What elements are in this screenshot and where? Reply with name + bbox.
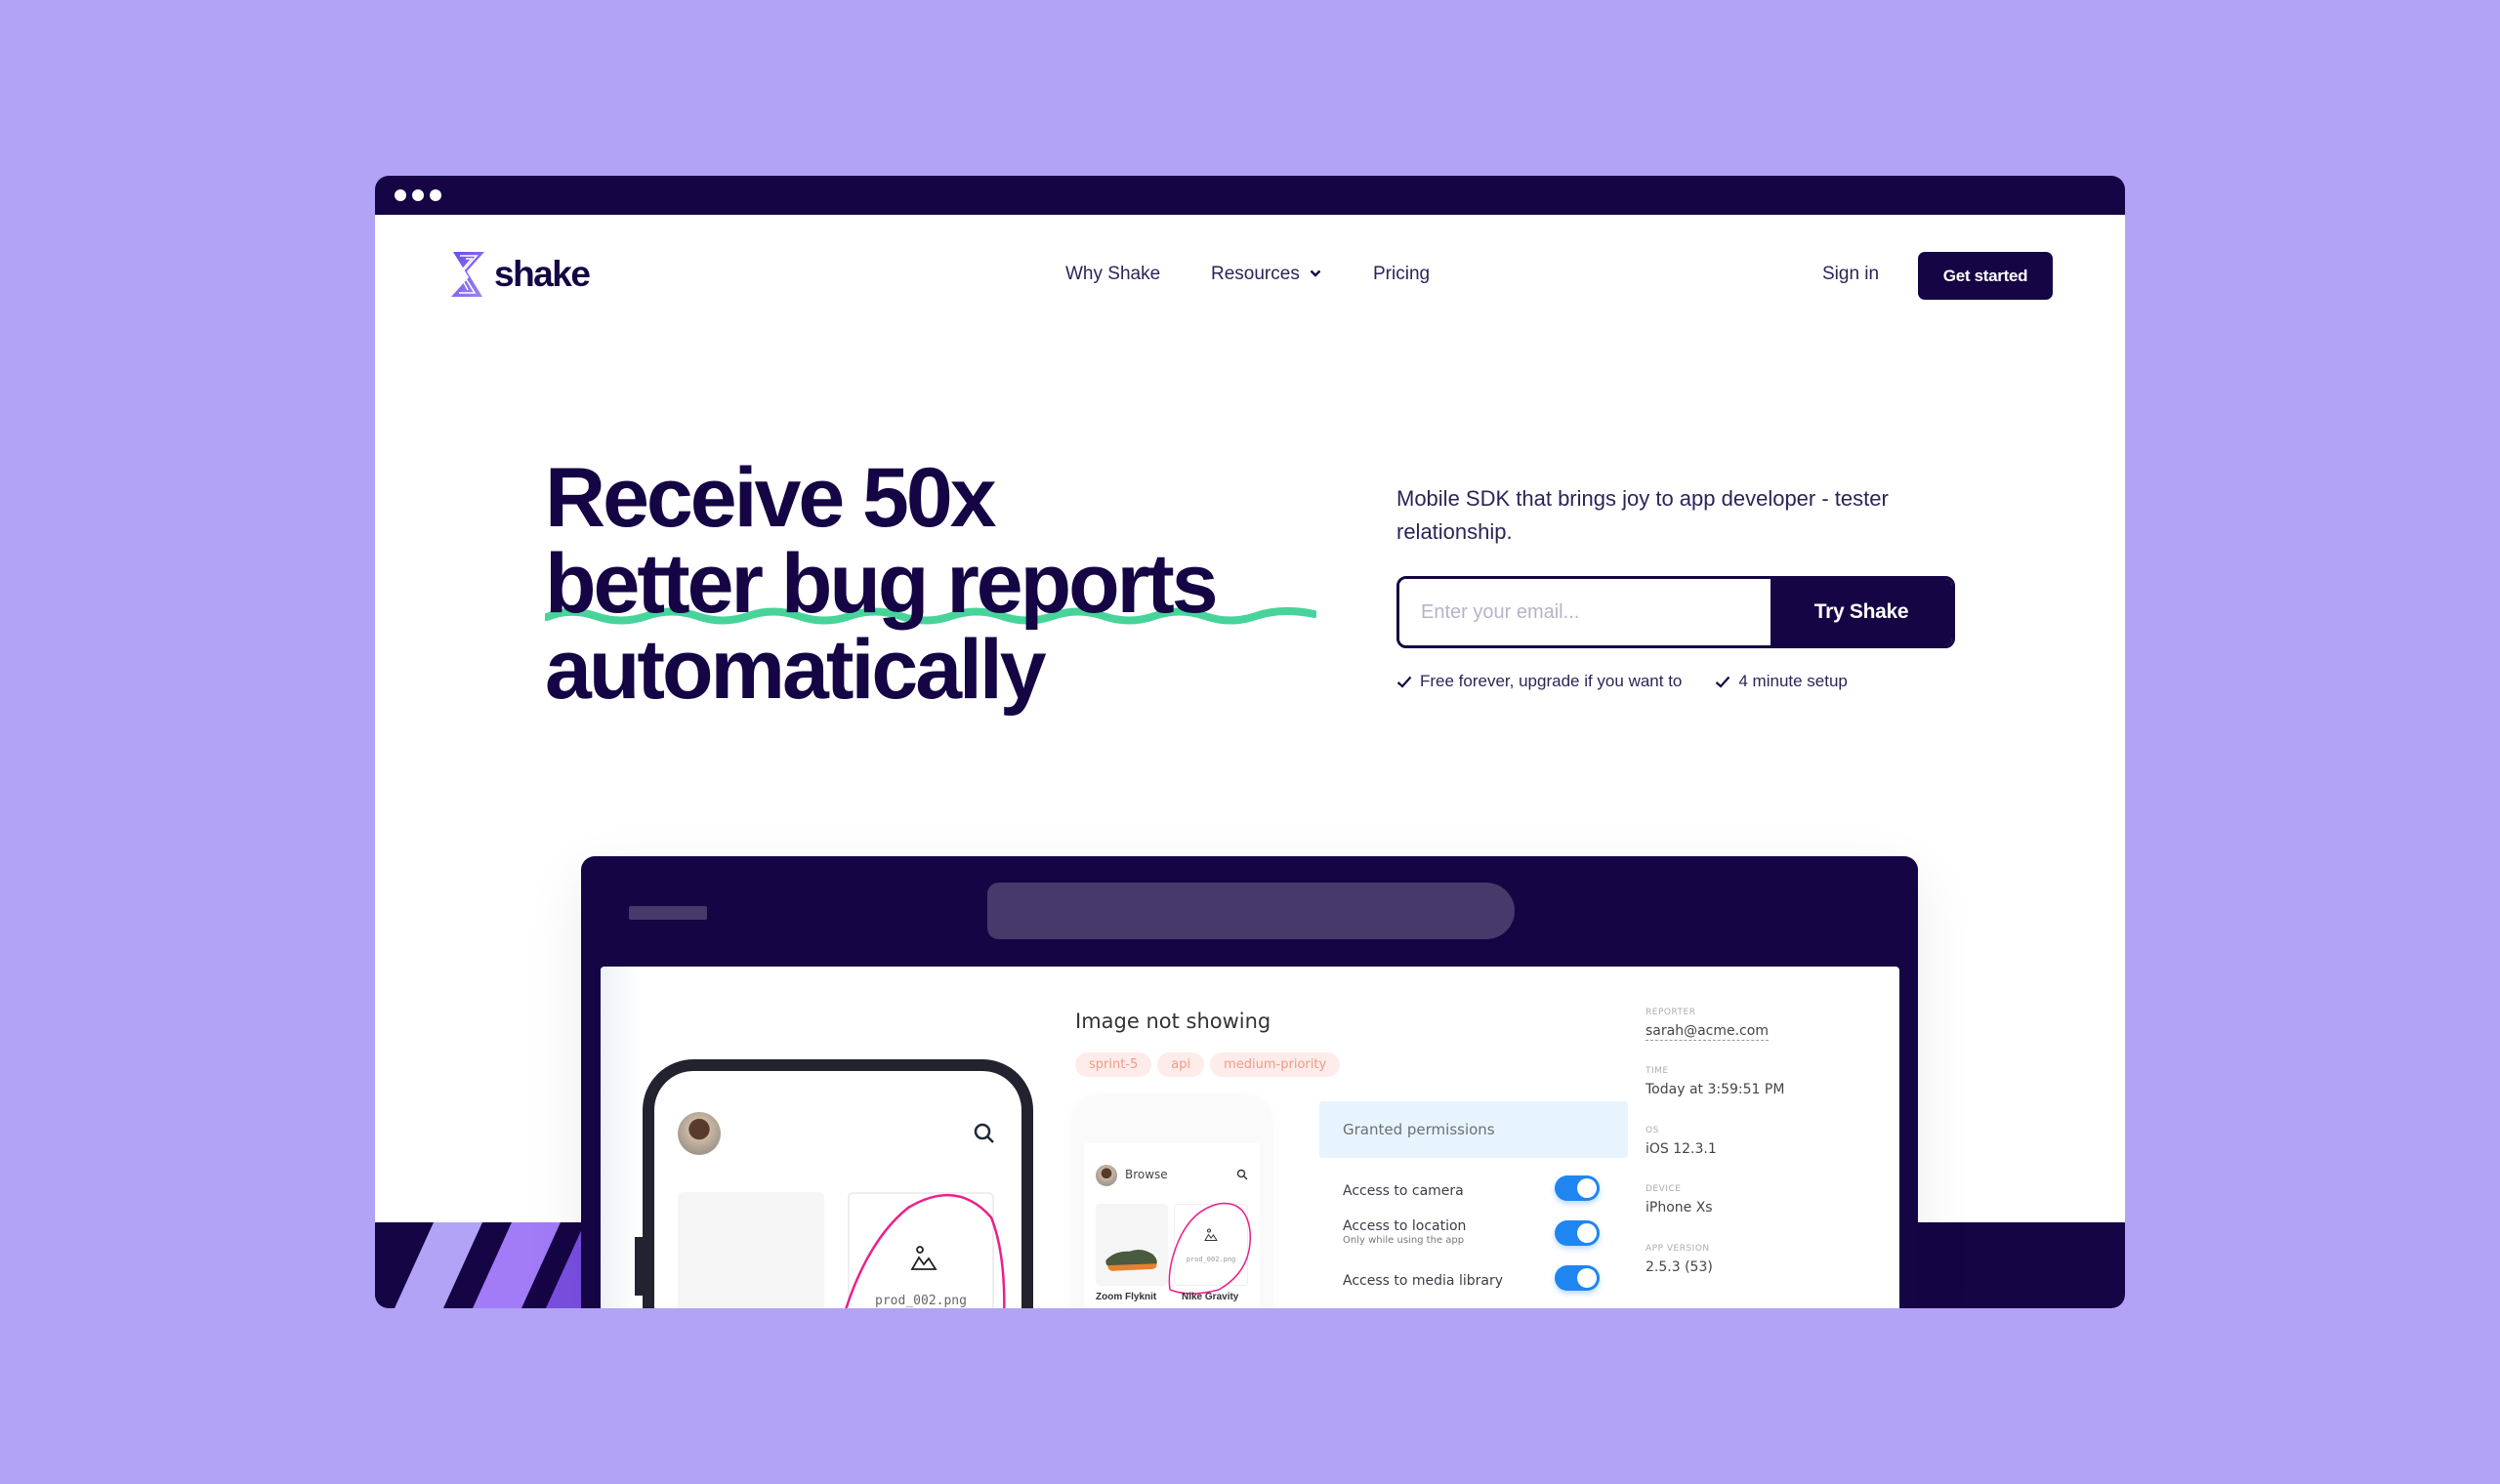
bug-report-card: Image not showing sprint-5 api medium-pr… [601, 967, 1899, 1308]
shoe-image [1105, 1249, 1157, 1271]
browse-title: Browse [1125, 1168, 1168, 1181]
permission-label: Access to media library [1343, 1273, 1503, 1289]
avatar [678, 1112, 721, 1155]
diagonal-stripes-decoration [375, 1222, 581, 1308]
meta-reporter: REPORTER sarah@acme.com [1646, 1008, 1769, 1041]
permission-toggle[interactable] [1555, 1175, 1600, 1201]
logo-text: shake [494, 254, 591, 294]
product-name: Nike Gravity [1182, 1292, 1239, 1302]
meta-app-version: APP VERSION 2.5.3 (53) [1646, 1244, 1713, 1275]
annotation-circle [1168, 1202, 1251, 1295]
permission-item: Access to media library [1343, 1273, 1503, 1289]
permission-item: Access to camera [1343, 1183, 1464, 1199]
sign-in-link[interactable]: Sign in [1822, 264, 1879, 285]
check-label: 4 minute setup [1738, 672, 1848, 690]
feature-checks: Free forever, upgrade if you want to 4 m… [1396, 672, 1848, 691]
tag[interactable]: api [1157, 1052, 1205, 1077]
tag[interactable]: medium-priority [1210, 1052, 1341, 1077]
logo[interactable]: shake [447, 250, 591, 299]
issue-tags: sprint-5 api medium-priority [1075, 1052, 1341, 1077]
permissions-title: Granted permissions [1343, 1121, 1495, 1138]
browser-title-bar [375, 176, 2125, 215]
check-item: Free forever, upgrade if you want to [1396, 672, 1682, 691]
product-card [678, 1192, 824, 1308]
annotation-circle [845, 1193, 1006, 1308]
chevron-down-icon [1310, 269, 1321, 277]
meta-time: TIME Today at 3:59:51 PM [1646, 1066, 1785, 1097]
product-card [1096, 1204, 1168, 1286]
avatar [1096, 1165, 1117, 1186]
window-controls [395, 189, 441, 201]
permission-item: Access to location Only while using the … [1343, 1218, 1466, 1246]
nav-pricing[interactable]: Pricing [1373, 264, 1430, 285]
permission-toggle[interactable] [1555, 1265, 1600, 1291]
permissions-header: Granted permissions [1319, 1101, 1628, 1158]
nav-why-shake[interactable]: Why Shake [1065, 264, 1160, 285]
nav-resources-label: Resources [1211, 264, 1300, 284]
check-label: Free forever, upgrade if you want to [1420, 672, 1683, 690]
hero-headline: Receive 50x better bug reports automatic… [545, 451, 1316, 717]
permission-sublabel: Only while using the app [1343, 1235, 1465, 1246]
permission-label: Access to location [1343, 1218, 1467, 1234]
search-icon [974, 1123, 994, 1143]
phone-screenshot-small: Browse prod_002.png Zoom Flyknit Nike Gr… [1074, 1098, 1270, 1308]
mock-search-bar [987, 883, 1515, 939]
shake-logo-icon [451, 252, 484, 297]
check-icon [1716, 676, 1730, 688]
dashboard-mockup: Image not showing sprint-5 api medium-pr… [581, 856, 1918, 1308]
meta-os: OS iOS 12.3.1 [1646, 1126, 1717, 1157]
browser-window: shake Why Shake Resources Pricing Sign i… [375, 176, 2125, 1308]
headline-line-3: automatically [545, 623, 1047, 717]
check-item: 4 minute setup [1715, 672, 1848, 691]
mock-logo-placeholder [629, 906, 707, 920]
try-shake-button[interactable]: Try Shake [1771, 579, 1952, 645]
headline-line-2-text: better bug reports [545, 537, 1219, 631]
signup-form: Try Shake [1396, 576, 1955, 648]
window-dot-icon[interactable] [412, 189, 424, 201]
search-icon [1236, 1169, 1248, 1180]
meta-device: DEVICE iPhone Xs [1646, 1184, 1713, 1216]
reporter-email[interactable]: sarah@acme.com [1646, 1023, 1769, 1041]
check-icon [1396, 676, 1412, 688]
permission-toggle[interactable] [1555, 1220, 1600, 1246]
phone-screenshot: prod_002.png [635, 1059, 1033, 1308]
issue-title: Image not showing [1075, 1010, 1271, 1033]
tag[interactable]: sprint-5 [1075, 1052, 1152, 1077]
headline-line-1: Receive 50x [545, 451, 997, 545]
email-input[interactable] [1399, 579, 1771, 645]
window-dot-icon[interactable] [395, 189, 406, 201]
window-dot-icon[interactable] [430, 189, 441, 201]
hero-subtitle: Mobile SDK that brings joy to app develo… [1396, 486, 1889, 544]
permission-label: Access to camera [1343, 1183, 1464, 1199]
nav-resources[interactable]: Resources [1211, 264, 1321, 285]
product-name: Zoom Flyknit [1096, 1292, 1157, 1302]
get-started-button[interactable]: Get started [1918, 252, 2053, 300]
headline-line-2: better bug reports [545, 541, 1316, 627]
